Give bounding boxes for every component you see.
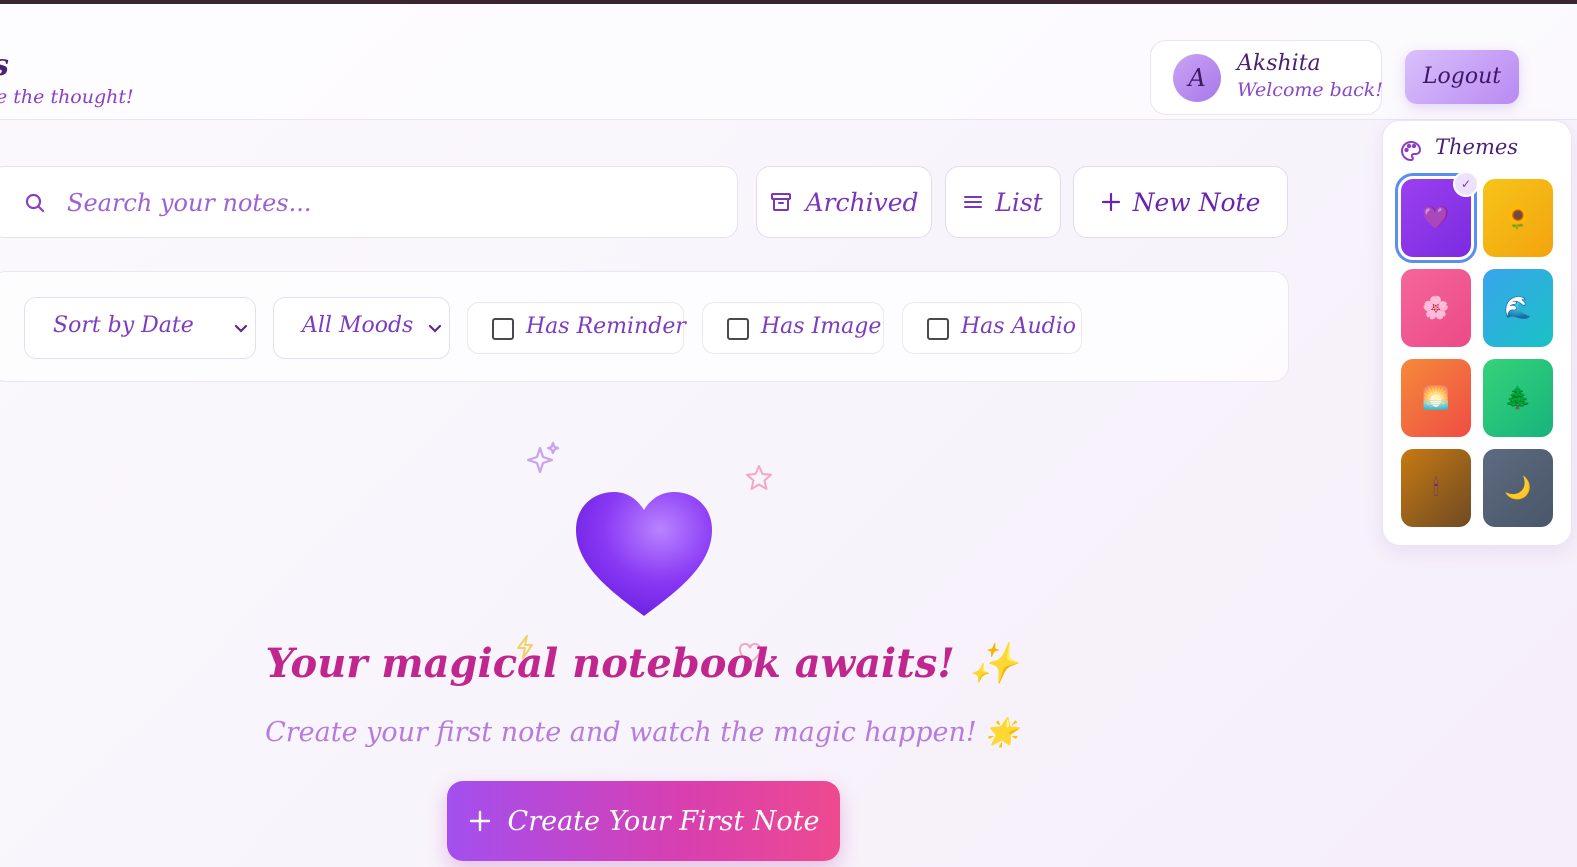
theme-swatch-forest[interactable]: 🌲 — [1483, 359, 1553, 437]
themes-title: Themes — [1435, 135, 1519, 159]
theme-swatch-ocean[interactable]: 🌊 — [1483, 269, 1553, 347]
has-reminder-filter[interactable]: Has Reminder — [467, 302, 686, 354]
has-image-filter[interactable]: Has Image — [702, 302, 884, 354]
theme-swatch-sunflower[interactable]: 🌻 — [1483, 179, 1553, 257]
has-audio-label: Has Audio — [961, 314, 1077, 339]
list-view-button[interactable]: List — [945, 166, 1061, 238]
avatar: A — [1173, 54, 1221, 102]
themes-panel: Themes 💜 ✓ 🌻 🌸 🌊 🌅 🌲 🕯 🌙 — [1382, 120, 1572, 546]
logout-button[interactable]: Logout — [1405, 50, 1519, 104]
purple-heart-icon — [576, 492, 712, 616]
palette-icon — [1401, 140, 1422, 162]
star-icon — [746, 465, 772, 490]
mood-select[interactable]: All Moods — [273, 297, 450, 359]
filter-panel: Sort by Date All Moods Has Reminder Has … — [0, 271, 1289, 382]
list-icon — [964, 196, 983, 208]
candle-icon: 🕯 — [1432, 475, 1440, 501]
archived-label: Archived — [805, 187, 919, 217]
brand-title: s — [0, 48, 9, 83]
sparkles-icon — [526, 441, 560, 474]
app-header: s e the thought! A Akshita Welcome back!… — [0, 4, 1577, 120]
create-first-note-button[interactable]: Create Your First Note — [447, 781, 840, 861]
has-audio-checkbox[interactable] — [927, 318, 949, 340]
plus-icon — [469, 810, 490, 832]
create-first-note-label: Create Your First Note — [507, 805, 820, 837]
list-label: List — [995, 187, 1043, 217]
search-box[interactable] — [0, 166, 738, 238]
blossom-icon: 🌸 — [1422, 295, 1450, 321]
has-audio-filter[interactable]: Has Audio — [902, 302, 1082, 354]
empty-state-title: Your magical notebook awaits! ✨ — [265, 640, 1019, 687]
search-input[interactable] — [67, 181, 707, 225]
chevron-down-icon — [428, 324, 442, 333]
has-image-checkbox[interactable] — [727, 318, 749, 340]
search-icon — [25, 193, 45, 213]
archived-button[interactable]: Archived — [756, 166, 932, 238]
empty-state-subtitle: Create your first note and watch the mag… — [265, 717, 1019, 748]
heart-icon: 💜 — [1422, 205, 1450, 231]
user-welcome: Welcome back! — [1237, 79, 1383, 101]
theme-swatch-sunset[interactable]: 🌅 — [1401, 359, 1471, 437]
theme-swatch-night[interactable]: 🌙 — [1483, 449, 1553, 527]
has-reminder-label: Has Reminder — [526, 314, 686, 339]
tree-icon: 🌲 — [1504, 385, 1532, 411]
user-name: Akshita — [1237, 51, 1321, 76]
has-image-label: Has Image — [761, 314, 882, 339]
theme-swatch-lavender[interactable]: 💜 ✓ — [1395, 171, 1479, 263]
mood-select-value: All Moods — [302, 313, 414, 338]
check-icon: ✓ — [1453, 171, 1479, 197]
new-note-button[interactable]: New Note — [1073, 166, 1288, 238]
wave-icon: 🌊 — [1504, 295, 1532, 321]
sort-select[interactable]: Sort by Date — [24, 297, 256, 359]
chevron-down-icon — [234, 324, 248, 333]
brand-subtitle: e the thought! — [0, 86, 134, 108]
sunset-icon: 🌅 — [1422, 385, 1450, 411]
plus-icon — [1101, 192, 1120, 212]
theme-swatch-candle[interactable]: 🕯 — [1401, 449, 1471, 527]
sunflower-icon: 🌻 — [1504, 205, 1532, 231]
theme-swatch-blossom[interactable]: 🌸 — [1401, 269, 1471, 347]
archive-icon — [771, 193, 792, 211]
new-note-label: New Note — [1132, 187, 1261, 217]
has-reminder-checkbox[interactable] — [492, 318, 514, 340]
moon-icon: 🌙 — [1504, 475, 1532, 501]
user-card[interactable]: A Akshita Welcome back! — [1150, 40, 1383, 115]
sort-select-value: Sort by Date — [53, 313, 194, 338]
